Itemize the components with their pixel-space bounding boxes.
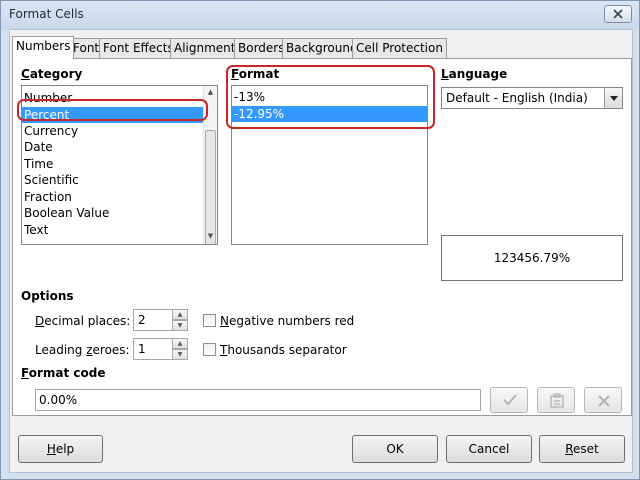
category-item-time[interactable]: Time bbox=[22, 156, 204, 172]
preview-box: 123456.79% bbox=[441, 235, 623, 281]
spin-up-icon[interactable]: ▲ bbox=[172, 338, 188, 349]
label-rest: eroes: bbox=[92, 343, 130, 357]
mnemonic: N bbox=[220, 314, 229, 328]
tab-label: Borders bbox=[238, 41, 285, 55]
title-bar: Format Cells bbox=[1, 1, 639, 29]
label-rest: ecimal places: bbox=[44, 314, 131, 328]
window-title: Format Cells bbox=[9, 7, 84, 21]
mnemonic: C bbox=[21, 67, 30, 81]
tab-numbers[interactable]: Numbers bbox=[12, 36, 75, 59]
leading-zeroes-input[interactable]: 1 bbox=[133, 338, 173, 360]
thousands-separator-checkbox[interactable] bbox=[203, 343, 216, 356]
delete-x-icon bbox=[598, 395, 610, 407]
leading-zeroes-label: Leading zeroes: bbox=[35, 343, 130, 357]
scroll-up-arrow-icon[interactable]: ▲ bbox=[206, 88, 215, 96]
mnemonic: F bbox=[21, 366, 29, 380]
dropdown-button[interactable] bbox=[604, 88, 622, 108]
label-rest: ormat code bbox=[28, 366, 106, 380]
tab-cell-protection[interactable]: Cell Protection bbox=[352, 38, 447, 58]
chevron-down-icon bbox=[610, 96, 618, 101]
category-item-fraction[interactable]: Fraction bbox=[22, 189, 204, 205]
language-value: Default - English (India) bbox=[446, 91, 588, 105]
label-first: Leading bbox=[35, 343, 87, 357]
negative-numbers-red-label: Negative numbers red bbox=[220, 314, 354, 328]
label-rest: egative numbers red bbox=[228, 314, 355, 328]
mnemonic: D bbox=[35, 314, 45, 328]
decimal-places-label: Decimal places: bbox=[35, 314, 130, 328]
preview-value: 123456.79% bbox=[493, 251, 571, 265]
category-item-currency[interactable]: Currency bbox=[22, 123, 204, 139]
label-rest: eset bbox=[573, 442, 599, 456]
scroll-thumb[interactable] bbox=[205, 130, 216, 244]
percent-highlight-outline bbox=[17, 99, 208, 121]
format-code-input[interactable]: 0.00% bbox=[35, 389, 481, 411]
close-icon bbox=[613, 9, 623, 19]
spin-down-icon[interactable]: ▼ bbox=[172, 320, 188, 331]
category-item-boolean-value[interactable]: Boolean Value bbox=[22, 205, 204, 221]
comment-icon bbox=[550, 393, 564, 408]
cancel-button[interactable]: Cancel bbox=[446, 435, 532, 463]
language-label: Language bbox=[441, 67, 507, 81]
reset-button[interactable]: Reset bbox=[539, 435, 625, 463]
category-item-scientific[interactable]: Scientific bbox=[22, 172, 204, 188]
help-button[interactable]: Help bbox=[18, 435, 103, 463]
edit-comment-button[interactable] bbox=[537, 387, 575, 413]
tab-label: Alignment bbox=[174, 41, 236, 55]
category-label: Category bbox=[21, 67, 82, 81]
tab-label: Font bbox=[73, 41, 100, 55]
decimal-places-input[interactable]: 2 bbox=[133, 309, 173, 331]
format-cells-dialog: Format Cells Numbers Font Font Effects A… bbox=[0, 0, 640, 480]
spin-up-icon[interactable]: ▲ bbox=[172, 309, 188, 320]
dialog-body: Numbers Font Font Effects Alignment Bord… bbox=[9, 29, 633, 473]
category-item-text[interactable]: Text bbox=[22, 222, 204, 238]
tab-borders[interactable]: Borders bbox=[234, 38, 289, 58]
label-rest: anguage bbox=[448, 67, 508, 81]
decimal-places-stepper[interactable]: ▲ ▼ bbox=[172, 309, 188, 331]
format-highlight-outline bbox=[226, 65, 435, 129]
tab-background[interactable]: Background bbox=[282, 38, 362, 58]
thousands-separator-label: Thousands separator bbox=[220, 343, 347, 357]
spin-down-icon[interactable]: ▼ bbox=[172, 349, 188, 360]
label-rest: elp bbox=[55, 442, 75, 456]
mnemonic: R bbox=[565, 442, 574, 456]
tab-alignment[interactable]: Alignment bbox=[170, 38, 240, 58]
tab-label: Font Effects bbox=[103, 41, 174, 55]
accept-format-button[interactable] bbox=[490, 387, 528, 413]
label-rest: housands separator bbox=[227, 343, 347, 357]
scroll-down-arrow-icon[interactable]: ▼ bbox=[206, 232, 215, 240]
checkmark-icon bbox=[503, 394, 517, 406]
numbers-tab-page: Category Number Percent Currency Date Ti… bbox=[12, 58, 632, 416]
options-label: Options bbox=[21, 289, 74, 303]
label-rest: ategory bbox=[29, 67, 83, 81]
language-dropdown[interactable]: Default - English (India) bbox=[441, 87, 623, 109]
ok-button[interactable]: OK bbox=[352, 435, 438, 463]
tab-font-effects[interactable]: Font Effects bbox=[99, 38, 178, 58]
category-item-date[interactable]: Date bbox=[22, 139, 204, 155]
mnemonic: L bbox=[441, 67, 449, 81]
tab-label: Cell Protection bbox=[356, 41, 443, 55]
close-button[interactable] bbox=[604, 5, 632, 23]
mnemonic: H bbox=[46, 442, 56, 456]
delete-format-button[interactable] bbox=[584, 387, 622, 413]
tab-label: Background bbox=[286, 41, 358, 55]
negative-numbers-red-checkbox[interactable] bbox=[203, 314, 216, 327]
format-code-label: Format code bbox=[21, 366, 105, 380]
leading-zeroes-stepper[interactable]: ▲ ▼ bbox=[172, 338, 188, 360]
tab-label: Numbers bbox=[16, 39, 71, 53]
